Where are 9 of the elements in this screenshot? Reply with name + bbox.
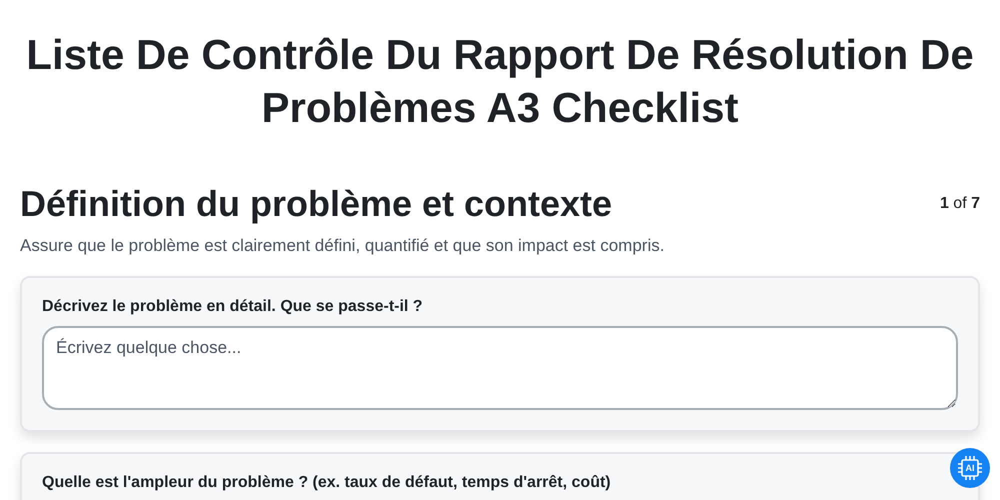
ai-chip-button[interactable]: AI xyxy=(950,448,990,488)
section-description: Assure que le problème est clairement défini, quantifié et que son impact est compris. xyxy=(20,236,666,256)
section-heading: Définition du problème et contexte xyxy=(20,182,612,226)
answer-field[interactable]: Écrivez quelque chose... xyxy=(42,326,958,410)
chip-icon xyxy=(956,454,984,482)
page-title: Liste De Contrôle Du Rapport De Résolution De Problèmes A3 Checklist xyxy=(25,30,975,133)
page-counter: 1 of 7 xyxy=(940,195,980,213)
question-label: Décrivez le problème en détail. Que se passe-t-il ? xyxy=(42,298,424,316)
question-label: Quelle est l'ampleur du problème ? (ex. taux de défaut, temps d'arrêt, coût) xyxy=(42,474,612,492)
